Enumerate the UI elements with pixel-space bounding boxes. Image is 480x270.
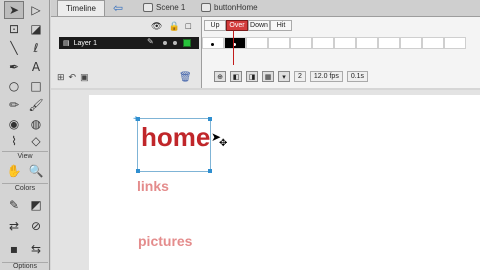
- default-colors-icon[interactable]: ▪: [4, 240, 24, 258]
- layer-icon: ▤: [63, 40, 70, 47]
- breadcrumb-symbol[interactable]: buttonHome: [201, 3, 258, 12]
- onion-outline-icon[interactable]: ◨: [246, 71, 258, 82]
- frame-cell[interactable]: [246, 37, 268, 49]
- frame-cell[interactable]: [378, 37, 400, 49]
- frame-labels: Up Over Down Hit: [204, 20, 292, 31]
- oval-tool-icon[interactable]: ○: [4, 77, 24, 95]
- swap-colors-icon[interactable]: ⇄: [4, 217, 24, 235]
- insert-layer-icon[interactable]: ⊞: [57, 72, 65, 83]
- elapsed-time: 0.1s: [346, 71, 369, 82]
- outline-icon[interactable]: □: [186, 21, 191, 32]
- frame-cell[interactable]: [400, 37, 422, 49]
- stroke-color-icon[interactable]: ✎: [4, 196, 24, 214]
- visibility-dot[interactable]: [163, 41, 167, 45]
- insert-folder-icon[interactable]: ▣: [80, 72, 89, 83]
- playhead[interactable]: [233, 31, 234, 65]
- lasso-tool-icon[interactable]: ℓ: [26, 39, 46, 57]
- transform-handle[interactable]: [208, 117, 212, 121]
- ink-bottle-tool-icon[interactable]: ◉: [4, 115, 24, 133]
- transform-handle[interactable]: [136, 169, 140, 173]
- eyedropper-tool-icon[interactable]: ⌇: [4, 132, 24, 150]
- free-transform-tool-icon[interactable]: ⊡: [4, 20, 24, 38]
- modify-onion-markers-icon[interactable]: ▾: [278, 71, 290, 82]
- line-tool-icon[interactable]: ╲: [4, 39, 24, 57]
- eye-icon[interactable]: 👁: [151, 21, 162, 32]
- brush-tool-icon[interactable]: 🖌: [26, 96, 46, 114]
- paint-bucket-tool-icon[interactable]: ◍: [26, 115, 46, 133]
- pencil-tool-icon[interactable]: ✏: [4, 96, 24, 114]
- timeline-header: Timeline ⇦ Scene 1 buttonHome: [51, 0, 480, 17]
- current-frame: 2: [294, 71, 306, 82]
- motion-guide-icon[interactable]: ↶: [69, 72, 77, 83]
- center-frame-icon[interactable]: ⊕: [214, 71, 226, 82]
- breadcrumb-scene-label: Scene 1: [156, 3, 186, 12]
- no-color-icon[interactable]: ⊘: [26, 217, 46, 235]
- frame-label-hit[interactable]: Hit: [270, 20, 292, 31]
- lock-icon[interactable]: 🔒: [168, 21, 179, 32]
- transform-handle[interactable]: [208, 169, 212, 173]
- frame-label-over[interactable]: Over: [226, 20, 248, 31]
- view-section-label: View: [17, 153, 33, 160]
- pen-tool-icon[interactable]: ✒: [4, 58, 24, 76]
- edit-multiple-frames-icon[interactable]: ▦: [262, 71, 274, 82]
- frame-label-up[interactable]: Up: [204, 20, 226, 31]
- text-tool-icon[interactable]: A: [26, 58, 46, 76]
- frame-cell[interactable]: [422, 37, 444, 49]
- breadcrumb-scene[interactable]: Scene 1: [143, 3, 185, 12]
- pencil-icon: ✎: [147, 37, 154, 46]
- frame-cell[interactable]: [290, 37, 312, 49]
- lock-dot[interactable]: [173, 41, 177, 45]
- eraser-tool-icon[interactable]: ◇: [26, 132, 46, 150]
- keyframe-over[interactable]: [224, 37, 246, 49]
- subselection-tool-icon[interactable]: ▷: [26, 1, 46, 19]
- frame-rate: 12.0 fps: [309, 71, 343, 82]
- frames-panel: Up Over Down Hit ⊕ ◧ ◨ ▦ ▾ 2 12.0 fps 0.…: [201, 17, 480, 88]
- trash-icon[interactable]: 🗑: [179, 72, 192, 83]
- button-symbol-icon: [201, 3, 211, 12]
- frame-row: [202, 37, 480, 49]
- divider: [2, 183, 48, 184]
- options-section-label: Options: [12, 263, 38, 270]
- home-text[interactable]: home: [141, 122, 210, 153]
- frame-cell[interactable]: [268, 37, 290, 49]
- move-cursor-icon: ✥: [219, 138, 228, 149]
- layer-buttons: ⊞ ↶ ▣: [57, 72, 89, 83]
- outline-color-swatch[interactable]: [183, 39, 191, 47]
- back-arrow-icon[interactable]: ⇦: [111, 1, 125, 15]
- registration-point-icon: +: [133, 114, 139, 125]
- gradient-transform-tool-icon[interactable]: ◪: [26, 20, 46, 38]
- breadcrumb-symbol-label: buttonHome: [214, 3, 258, 12]
- links-text[interactable]: links: [137, 178, 169, 194]
- zoom-tool-icon[interactable]: 🔍: [26, 162, 46, 180]
- keyframe-up[interactable]: [202, 37, 224, 49]
- frame-cell[interactable]: [334, 37, 356, 49]
- frame-label-down[interactable]: Down: [248, 20, 270, 31]
- layer-controls: 👁 🔒 □: [151, 21, 191, 32]
- frame-cell[interactable]: [356, 37, 378, 49]
- colors-section-label: Colors: [14, 185, 36, 192]
- frame-cell[interactable]: [312, 37, 334, 49]
- rectangle-tool-icon[interactable]: □: [26, 77, 46, 95]
- frame-cell[interactable]: [444, 37, 466, 49]
- tools-panel: ➤ ▷ ⊡ ◪ ╲ ℓ ✒ A ○ □ ✏ 🖌 ◉ ◍ ⌇ ◇ View ✋ 🔍…: [0, 0, 50, 270]
- pictures-text[interactable]: pictures: [138, 233, 192, 249]
- timeline-panel: Timeline ⇦ Scene 1 buttonHome 👁 🔒 □ ▤ La…: [51, 0, 480, 88]
- timeline-status-bar: ⊕ ◧ ◨ ▦ ▾ 2 12.0 fps 0.1s: [214, 71, 369, 82]
- divider: [2, 151, 48, 152]
- layer-name: Layer 1: [73, 39, 97, 47]
- onion-skin-icon[interactable]: ◧: [230, 71, 242, 82]
- layer-row[interactable]: ▤ Layer 1 ✎: [59, 37, 199, 49]
- scene-icon: [143, 3, 153, 12]
- hand-tool-icon[interactable]: ✋: [4, 162, 24, 180]
- stage-area: + home links pictures ➤ ✥: [51, 90, 480, 270]
- layer-panel: 👁 🔒 □ ▤ Layer 1 ✎ ⊞ ↶ ▣ 🗑: [51, 17, 201, 88]
- swap-arrows-icon[interactable]: ⇆: [26, 240, 46, 258]
- selection-tool-icon[interactable]: ➤: [4, 1, 24, 19]
- tab-timeline[interactable]: Timeline: [57, 0, 105, 16]
- stage-canvas[interactable]: + home links pictures ➤ ✥: [89, 95, 480, 270]
- fill-color-icon[interactable]: ◩: [26, 196, 46, 214]
